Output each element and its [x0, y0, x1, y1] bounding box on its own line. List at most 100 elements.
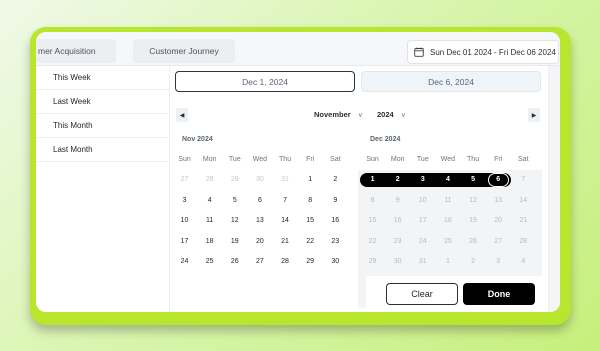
- tab-customer-acquisition[interactable]: mer Acquisition: [36, 39, 116, 63]
- day-cell[interactable]: 22: [360, 232, 385, 253]
- month-navigation: ◀ November ∨ 2024 ∨ ▶: [170, 108, 548, 124]
- day-cell[interactable]: 14: [273, 211, 298, 232]
- day-cell[interactable]: 21: [511, 211, 536, 232]
- day-cell[interactable]: 28: [273, 252, 298, 273]
- weekday-label: Mon: [202, 156, 217, 163]
- day-cell[interactable]: 31: [410, 252, 435, 273]
- day-cell[interactable]: 12: [461, 191, 486, 212]
- day-cell[interactable]: 2: [323, 170, 348, 191]
- day-cell[interactable]: 13: [247, 211, 272, 232]
- day-cell[interactable]: 29: [222, 170, 247, 191]
- day-cell[interactable]: 20: [486, 211, 511, 232]
- day-cell[interactable]: 27: [247, 252, 272, 273]
- week-row: 24 25 26 27 28 29 30: [172, 252, 348, 273]
- preset-this-month[interactable]: This Month: [36, 114, 169, 138]
- weekday-label: Tue: [416, 156, 429, 163]
- day-cell[interactable]: 17: [410, 211, 435, 232]
- day-cell[interactable]: 10: [172, 211, 197, 232]
- preset-this-week[interactable]: This Week: [36, 66, 169, 90]
- day-cell[interactable]: 20: [247, 232, 272, 253]
- day-cell[interactable]: 6: [247, 191, 272, 212]
- day-cell[interactable]: 2: [385, 170, 410, 191]
- preset-last-month[interactable]: Last Month: [36, 138, 169, 162]
- day-cell[interactable]: 11: [435, 191, 460, 212]
- day-cell[interactable]: 3: [486, 252, 511, 273]
- week-row: 27 28 29 30 31 1 2: [172, 170, 348, 191]
- day-cell[interactable]: 15: [298, 211, 323, 232]
- chevron-down-icon: ∨: [400, 111, 406, 119]
- day-cell[interactable]: 27: [172, 170, 197, 191]
- day-cell[interactable]: 5: [222, 191, 247, 212]
- day-cell[interactable]: 3: [172, 191, 197, 212]
- day-cell[interactable]: 30: [385, 252, 410, 273]
- day-cell[interactable]: 1: [435, 252, 460, 273]
- day-cell[interactable]: 24: [410, 232, 435, 253]
- day-cell[interactable]: 9: [385, 191, 410, 212]
- day-cell[interactable]: 28: [511, 232, 536, 253]
- day-cell[interactable]: 4: [511, 252, 536, 273]
- day-cell[interactable]: 4: [197, 191, 222, 212]
- triangle-right-icon: ▶: [531, 112, 537, 119]
- day-cell[interactable]: 28: [197, 170, 222, 191]
- day-cell[interactable]: 14: [511, 191, 536, 212]
- month-label-dec: Dec 2024: [370, 136, 401, 143]
- week-row: 29 30 31 1 2 3 4: [360, 252, 536, 273]
- day-cell[interactable]: 8: [298, 191, 323, 212]
- day-cell[interactable]: 8: [360, 191, 385, 212]
- day-cell[interactable]: 29: [298, 252, 323, 273]
- start-date-input[interactable]: Dec 1, 2024: [175, 71, 355, 92]
- done-button[interactable]: Done: [463, 283, 535, 305]
- date-range-button[interactable]: Sun Dec 01 2024 - Fri Dec 06 2024: [407, 40, 559, 64]
- day-cell[interactable]: 19: [222, 232, 247, 253]
- top-bar: mer Acquisition Customer Journey Sun Dec…: [36, 32, 560, 66]
- day-cell[interactable]: 9: [323, 191, 348, 212]
- day-cell[interactable]: 10: [410, 191, 435, 212]
- day-cell[interactable]: 3: [410, 170, 435, 191]
- preset-last-week[interactable]: Last Week: [36, 90, 169, 114]
- day-cell[interactable]: 30: [323, 252, 348, 273]
- month-label-nov: Nov 2024: [182, 136, 213, 143]
- day-cell[interactable]: 19: [461, 211, 486, 232]
- day-cell[interactable]: 17: [172, 232, 197, 253]
- day-cell[interactable]: 27: [486, 232, 511, 253]
- day-cell[interactable]: 12: [222, 211, 247, 232]
- next-month-button[interactable]: ▶: [528, 108, 540, 122]
- scrollbar[interactable]: [548, 66, 560, 312]
- tab-customer-journey[interactable]: Customer Journey: [133, 39, 235, 63]
- day-cell[interactable]: 4: [435, 170, 460, 191]
- day-cell[interactable]: 1: [360, 170, 385, 191]
- day-cell[interactable]: 29: [360, 252, 385, 273]
- day-cell[interactable]: 2: [461, 252, 486, 273]
- day-cell[interactable]: 7: [511, 170, 536, 191]
- month-select[interactable]: November ∨: [314, 110, 363, 119]
- day-cell[interactable]: 1: [298, 170, 323, 191]
- day-cell[interactable]: 23: [323, 232, 348, 253]
- clear-button[interactable]: Clear: [386, 283, 458, 305]
- day-cell[interactable]: 11: [197, 211, 222, 232]
- day-cell[interactable]: 16: [385, 211, 410, 232]
- day-cell[interactable]: 30: [247, 170, 272, 191]
- day-cell[interactable]: 22: [298, 232, 323, 253]
- day-cell[interactable]: 26: [222, 252, 247, 273]
- end-date-input[interactable]: Dec 6, 2024: [361, 71, 541, 92]
- app-window: mer Acquisition Customer Journey Sun Dec…: [36, 32, 560, 312]
- day-cell[interactable]: 31: [273, 170, 298, 191]
- year-select[interactable]: 2024 ∨: [377, 110, 406, 119]
- day-cell[interactable]: 7: [273, 191, 298, 212]
- triangle-left-icon: ◀: [179, 112, 185, 119]
- day-cell[interactable]: 15: [360, 211, 385, 232]
- day-cell[interactable]: 5: [461, 170, 486, 191]
- day-cell[interactable]: 6: [486, 170, 511, 191]
- day-cell[interactable]: 18: [197, 232, 222, 253]
- day-cell[interactable]: 16: [323, 211, 348, 232]
- day-cell[interactable]: 25: [197, 252, 222, 273]
- day-cell[interactable]: 23: [385, 232, 410, 253]
- day-cell[interactable]: 13: [486, 191, 511, 212]
- day-cell[interactable]: 24: [172, 252, 197, 273]
- day-cell[interactable]: 26: [461, 232, 486, 253]
- week-row: 10 11 12 13 14 15 16: [172, 211, 348, 232]
- prev-month-button[interactable]: ◀: [176, 108, 188, 122]
- day-cell[interactable]: 25: [435, 232, 460, 253]
- day-cell[interactable]: 21: [273, 232, 298, 253]
- day-cell[interactable]: 18: [435, 211, 460, 232]
